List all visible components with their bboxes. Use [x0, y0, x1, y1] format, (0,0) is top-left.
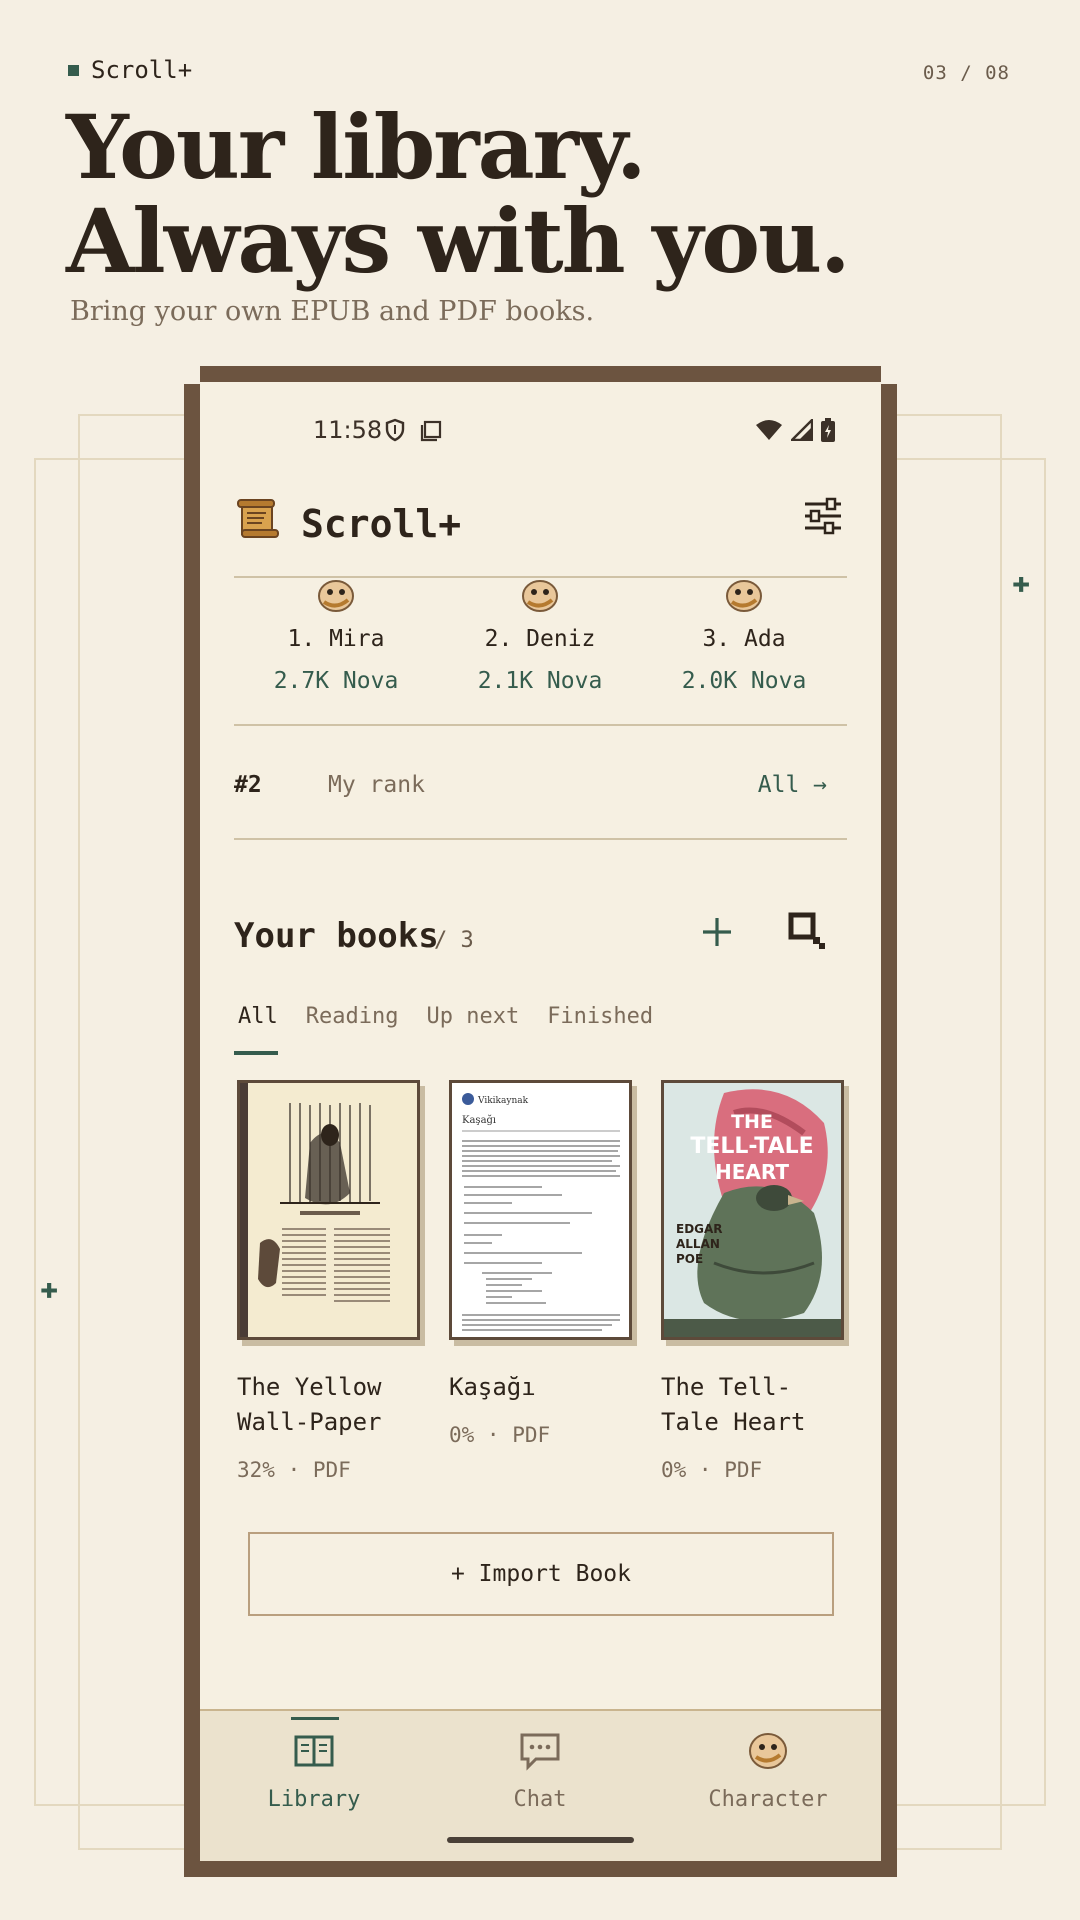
book-cover[interactable]: Vikikaynak Kaşağı — [449, 1080, 637, 1346]
phone-frame-notch — [184, 366, 200, 384]
book-cover[interactable] — [237, 1080, 425, 1346]
settings-sliders-button[interactable] — [801, 496, 845, 536]
leaderboard-entry[interactable]: 1. Mira 2.7K Nova — [256, 578, 416, 694]
status-time: 11:58 — [313, 416, 383, 444]
nav-library-label: Library — [267, 1787, 361, 1812]
book-title: The Yellow Wall-Paper — [237, 1373, 382, 1436]
frame-corner-mask — [1004, 1808, 1050, 1852]
books-count: / 3 — [434, 928, 474, 953]
wifi-icon — [756, 420, 782, 440]
brand-header: Scroll+ — [68, 56, 192, 84]
tab-all[interactable]: All — [238, 1004, 278, 1029]
cover-illustration — [240, 1083, 417, 1337]
app-title: Scroll+ — [301, 502, 462, 546]
cover-tell-tale-heart: THE TELL-TALE HEART EDGAR ALLAN POE — [661, 1080, 844, 1340]
shield-icon — [385, 418, 405, 442]
book-open-icon — [294, 1735, 334, 1767]
phone-frame-notch — [881, 366, 897, 384]
my-rank-row: #2 My rank All → — [234, 772, 847, 806]
nav-character-label: Character — [708, 1787, 828, 1812]
nav-library[interactable]: Library — [229, 1711, 399, 1812]
add-book-button[interactable] — [699, 912, 735, 952]
leaderboard-name: 2. Deniz — [484, 626, 596, 652]
mascot-avatar-icon — [318, 580, 354, 612]
status-bar: 11:58 — [200, 412, 881, 448]
book-card[interactable]: The Yellow Wall-Paper 32% · PDF — [237, 1080, 425, 1482]
nav-active-indicator — [291, 1717, 339, 1720]
cover-title-line: HEART — [715, 1160, 789, 1184]
cover-yellow-wallpaper — [237, 1080, 420, 1340]
view-all-rankings-link[interactable]: All → — [758, 772, 827, 798]
chat-bubble-icon — [520, 1733, 560, 1771]
books-header: Your books / 3 — [234, 912, 847, 962]
book-progress-meta: 0% · PDF — [449, 1423, 551, 1447]
frame-corner-mask — [36, 456, 76, 458]
headline-line-2: Always with you. — [66, 189, 851, 293]
cover-title-line: THE — [731, 1111, 773, 1133]
phone-screen: 11:58 Scroll+ 1. Mira 2.7K Nova 2. Deniz… — [200, 382, 881, 1861]
frame-corner-mask — [1004, 412, 1050, 456]
headline-line-1: Your library. — [66, 95, 647, 199]
cover-author-line: EDGAR — [676, 1222, 723, 1236]
leaderboard-name: 1. Mira — [287, 626, 385, 652]
battery-icon — [821, 418, 835, 442]
tab-finished[interactable]: Finished — [547, 1004, 653, 1029]
cover-author-line: ALLAN — [676, 1237, 720, 1251]
page-counter: 03 / 08 — [922, 62, 1010, 84]
brand-name: Scroll+ — [91, 56, 193, 84]
nav-chat[interactable]: Chat — [455, 1711, 625, 1812]
sparkle-icon: ✚ — [40, 1271, 59, 1306]
book-progress-meta: 0% · PDF — [661, 1458, 763, 1482]
my-rank-number: #2 — [234, 772, 262, 798]
scroll-logo-icon — [237, 499, 279, 538]
import-book-button[interactable]: + Import Book — [248, 1532, 834, 1616]
subhead: Bring your own EPUB and PDF books. — [70, 296, 595, 327]
leaderboard-entry[interactable]: 3. Ada 2.0K Nova — [664, 578, 824, 694]
mascot-icon — [749, 1733, 787, 1769]
frame-corner-mask — [30, 1808, 76, 1852]
leaderboard-name: 3. Ada — [702, 626, 786, 652]
home-indicator-bar[interactable] — [447, 1837, 634, 1843]
leaderboard-score: 2.1K Nova — [477, 668, 603, 694]
leaderboard-entry[interactable]: 2. Deniz 2.1K Nova — [460, 578, 620, 694]
tab-up-next[interactable]: Up next — [426, 1004, 519, 1029]
book-title: Kaşağı — [449, 1373, 536, 1401]
books-section-title: Your books — [234, 916, 439, 956]
divider — [234, 838, 847, 840]
book-cover[interactable]: THE TELL-TALE HEART EDGAR ALLAN POE — [661, 1080, 849, 1346]
brand-square-icon — [68, 64, 79, 76]
cover-kasagi: Vikikaynak Kaşağı — [449, 1080, 632, 1340]
leaderboard-score: 2.7K Nova — [273, 668, 399, 694]
cover-document-page: Vikikaynak Kaşağı — [452, 1083, 629, 1337]
mascot-avatar-icon — [522, 580, 558, 612]
tab-reading[interactable]: Reading — [306, 1004, 399, 1029]
cover-title-line: TELL-TALE — [690, 1134, 813, 1159]
book-card[interactable]: Vikikaynak Kaşağı Kaşağı 0% · PDF — [449, 1080, 637, 1447]
status-icons — [755, 418, 835, 442]
cover-author-line: POE — [676, 1252, 703, 1266]
app-bar: Scroll+ — [236, 496, 845, 556]
cover-header-text: Vikikaynak — [477, 1096, 529, 1106]
nav-character[interactable]: Character — [683, 1711, 853, 1812]
frame-corner-mask — [30, 412, 76, 456]
book-card[interactable]: THE TELL-TALE HEART EDGAR ALLAN POE The … — [661, 1080, 849, 1482]
screenshot-icon — [420, 420, 442, 442]
my-rank-label: My rank — [328, 772, 425, 798]
divider — [234, 724, 847, 726]
cover-art: THE TELL-TALE HEART EDGAR ALLAN POE — [664, 1083, 841, 1337]
filter-tabs: All Reading Up next Finished — [238, 1004, 653, 1029]
active-tab-indicator — [234, 1051, 278, 1055]
mascot-avatar-icon — [726, 580, 762, 612]
headline: Your library. Always with you. — [66, 95, 851, 293]
search-button[interactable] — [788, 912, 828, 952]
cover-title-text: Kaşağı — [462, 1115, 496, 1126]
nav-chat-label: Chat — [513, 1787, 567, 1812]
book-progress-meta: 32% · PDF — [237, 1458, 351, 1482]
signal-icon — [791, 419, 813, 441]
leaderboard-score: 2.0K Nova — [681, 668, 807, 694]
sparkle-icon: ✚ — [1012, 565, 1031, 600]
book-title: The Tell-Tale Heart — [661, 1373, 806, 1436]
